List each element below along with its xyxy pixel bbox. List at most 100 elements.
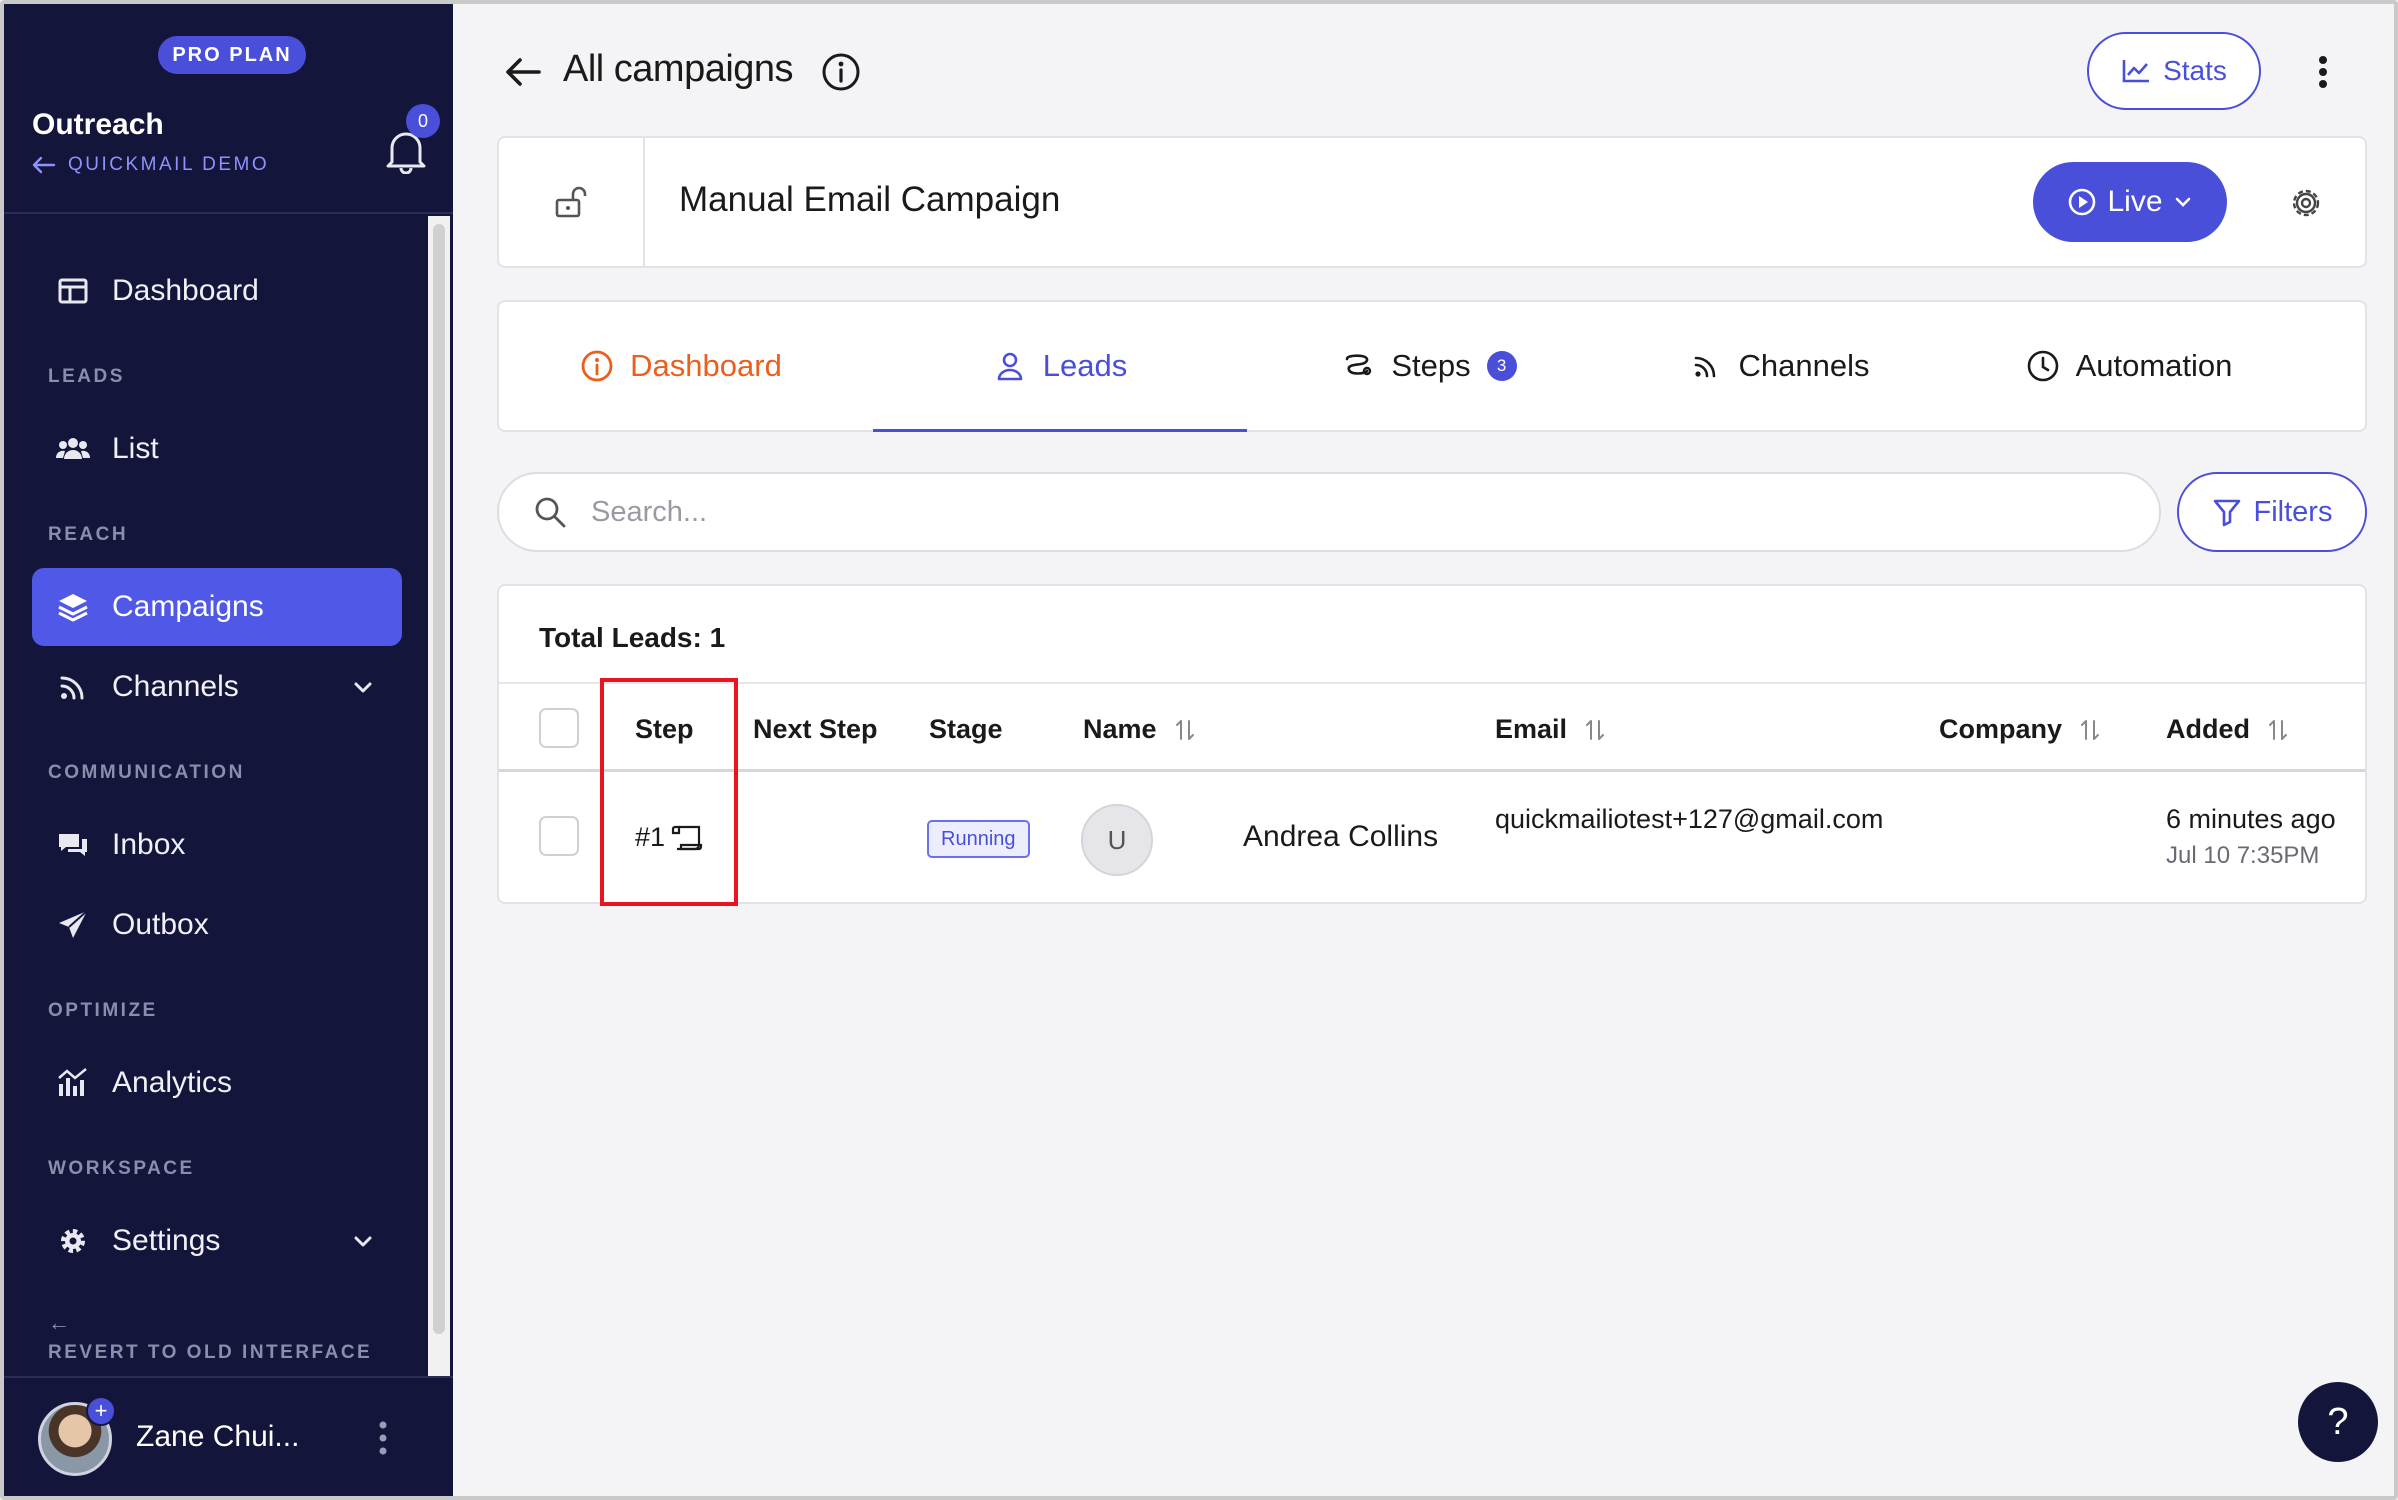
help-button[interactable]: ? (2298, 1382, 2378, 1462)
user-icon (997, 352, 1023, 381)
avatar: U (1081, 804, 1153, 876)
sidebar-item-label: Outbox (112, 908, 209, 941)
user-profile[interactable]: + Zane Chui... (4, 1376, 453, 1496)
campaign-name[interactable]: Manual Email Campaign (679, 180, 1060, 220)
column-label: Email (1495, 714, 1568, 744)
column-label: Added (2166, 714, 2250, 744)
column-header-stage: Stage (929, 714, 1003, 745)
sidebar-item-channels[interactable]: Channels (32, 648, 402, 726)
column-header-next-step: Next Step (753, 714, 878, 745)
section-label-optimize: OPTIMIZE (48, 1000, 158, 1021)
tab-steps[interactable]: Steps 3 (1289, 302, 1569, 430)
column-label: Next Step (753, 714, 878, 744)
sidebar-item-outbox[interactable]: Outbox (32, 886, 402, 964)
tab-leads[interactable]: Leads (873, 302, 1247, 432)
steps-icon (1346, 354, 1372, 376)
sort-icon[interactable] (2268, 717, 2288, 743)
steps-count-badge: 3 (1486, 351, 1517, 381)
sidebar-item-label: Channels (112, 670, 239, 703)
more-vertical-icon[interactable] (376, 1418, 390, 1458)
tab-channels[interactable]: Channels (1649, 302, 1909, 430)
row-checkbox[interactable] (539, 816, 579, 856)
step-cell: #1 (635, 822, 705, 853)
tab-automation[interactable]: Automation (1999, 302, 2259, 430)
sidebar-item-label: Dashboard (112, 274, 259, 307)
gear-icon[interactable] (2289, 186, 2323, 220)
sidebar-item-label: Inbox (112, 828, 186, 861)
clock-icon (2027, 350, 2058, 382)
select-all-checkbox[interactable] (539, 708, 579, 748)
section-label-leads: LEADS (48, 366, 125, 387)
search-icon (535, 497, 566, 528)
column-label: Company (1939, 714, 2063, 744)
chevron-down-icon[interactable] (350, 1228, 376, 1254)
sidebar-item-label: Settings (112, 1224, 221, 1257)
search-input[interactable] (591, 495, 1991, 529)
info-circle-icon (581, 350, 613, 382)
column-header-added[interactable]: Added (2166, 714, 2288, 745)
campaign-tabs: Dashboard Leads Steps 3 Channels Automat… (497, 300, 2367, 432)
sidebar-item-campaigns[interactable]: Campaigns (32, 568, 402, 646)
column-label: Step (635, 714, 694, 744)
sidebar-item-dashboard[interactable]: Dashboard (32, 252, 402, 330)
sidebar-item-label: List (112, 432, 159, 465)
sort-icon[interactable] (2080, 717, 2100, 743)
sidebar-scrollbar[interactable] (433, 224, 445, 1334)
unlock-icon (555, 186, 587, 218)
sidebar-item-analytics[interactable]: Analytics (32, 1044, 402, 1122)
column-label: Name (1083, 714, 1157, 744)
tab-dashboard[interactable]: Dashboard (539, 302, 823, 430)
sidebar-item-list[interactable]: List (32, 410, 402, 488)
filters-button[interactable]: Filters (2177, 472, 2367, 552)
send-icon (59, 910, 88, 938)
column-header-email[interactable]: Email (1495, 714, 1605, 745)
search-bar (497, 472, 2161, 552)
sort-icon[interactable] (1585, 717, 1605, 743)
sidebar: PRO PLAN Outreach QUICKMAIL DEMO 0 Dashb… (4, 4, 453, 1496)
campaign-status-dropdown[interactable]: Live (2033, 162, 2227, 242)
table-row[interactable]: #1 Running U Andrea Collins quickmailiot… (499, 772, 2365, 902)
lead-email: quickmailiotest+127@gmail.com (1495, 804, 1884, 834)
org-switch-link[interactable]: QUICKMAIL DEMO (32, 154, 269, 176)
stage-badge: Running (927, 820, 1030, 858)
tab-label: Channels (1738, 348, 1870, 383)
chevron-down-icon[interactable] (350, 674, 376, 700)
app-window: PRO PLAN Outreach QUICKMAIL DEMO 0 Dashb… (0, 0, 2398, 1500)
back-arrow-icon[interactable] (503, 54, 543, 90)
stats-label: Stats (2163, 55, 2227, 86)
more-vertical-icon[interactable] (2317, 54, 2329, 90)
step-number: #1 (635, 822, 666, 852)
trend-chart-icon (2122, 60, 2150, 83)
added-relative: 6 minutes ago (2166, 804, 2336, 834)
stats-button[interactable]: Stats (2087, 32, 2261, 110)
column-header-company[interactable]: Company (1939, 714, 2100, 745)
total-leads-count: Total Leads: 1 (539, 622, 726, 653)
lock-toggle[interactable] (499, 138, 645, 266)
sidebar-item-inbox[interactable]: Inbox (32, 806, 402, 884)
sidebar-item-label: Analytics (112, 1066, 233, 1099)
notification-count-badge: 0 (406, 104, 440, 138)
sort-icon[interactable] (1175, 717, 1195, 743)
sidebar-item-label: Campaigns (112, 590, 264, 623)
sidebar-item-settings[interactable]: Settings (32, 1202, 402, 1280)
info-icon[interactable] (821, 52, 861, 92)
bar-chart-icon (58, 1068, 87, 1096)
section-label-reach: REACH (48, 524, 129, 545)
chat-icon (59, 834, 87, 856)
column-header-name[interactable]: Name (1083, 714, 1195, 745)
tab-label: Leads (1042, 348, 1128, 383)
filter-icon (2213, 499, 2240, 527)
plus-icon[interactable]: + (86, 1396, 116, 1426)
org-sub-label: QUICKMAIL DEMO (68, 154, 270, 175)
revert-interface-link[interactable]: ← REVERT TO OLD INTERFACE (48, 1310, 372, 1364)
users-icon (56, 438, 90, 459)
column-label: Stage (929, 714, 1003, 744)
revert-label: REVERT TO OLD INTERFACE (48, 1342, 373, 1363)
org-name[interactable]: Outreach (32, 108, 164, 142)
sidebar-header: PRO PLAN Outreach QUICKMAIL DEMO 0 (4, 4, 453, 214)
lead-name[interactable]: Andrea Collins (1243, 820, 1438, 854)
filters-label: Filters (2253, 495, 2333, 528)
leads-table: Total Leads: 1 Step Next Step Stage Name… (497, 584, 2367, 904)
added-date: Jul 10 7:35PM (2166, 842, 2320, 869)
chevron-down-icon (2175, 197, 2190, 207)
